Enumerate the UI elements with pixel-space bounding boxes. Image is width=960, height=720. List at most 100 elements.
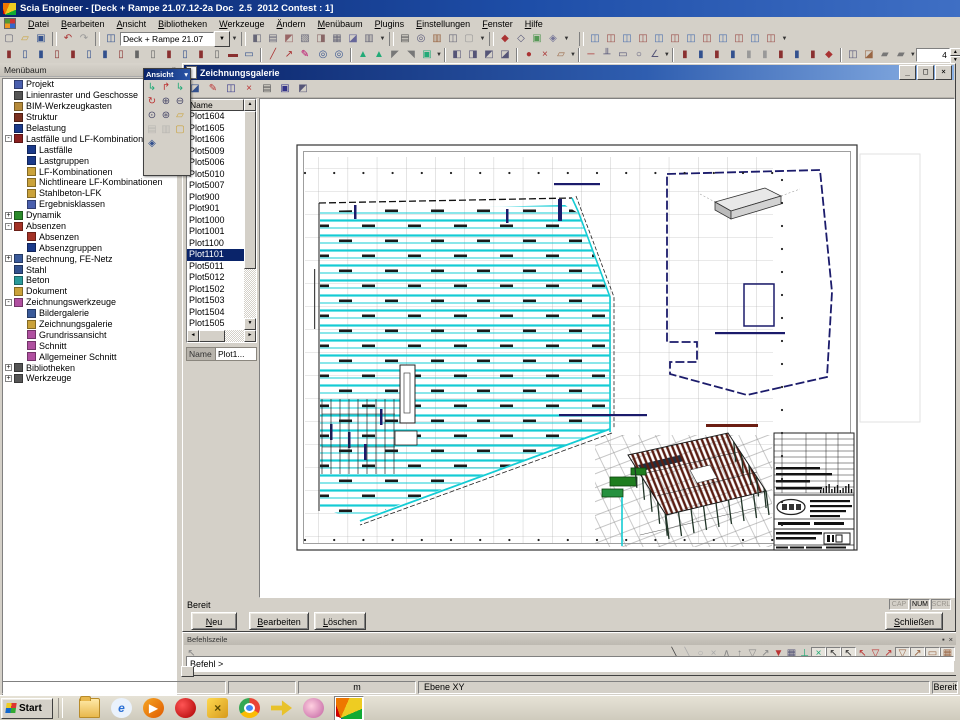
tree-item[interactable]: Dokument [3,286,176,297]
tree-expander-icon[interactable] [18,179,25,186]
tree-item[interactable]: Allgemeiner Schnitt [3,351,176,362]
toolbar-icon[interactable]: ◩ [481,48,497,62]
toolbar-icon[interactable]: ◧ [249,32,265,46]
scroll-left-icon[interactable]: ◄ [187,330,199,342]
toolbar-icon[interactable]: ▮ [709,48,725,62]
close-icon[interactable]: × [945,635,953,644]
zoom-all-icon[interactable]: ⊛ [159,109,173,123]
ie-icon[interactable]: e [110,697,133,719]
toolbar-icon[interactable]: ▮ [65,48,81,62]
toolbar-icon[interactable]: ◇ [513,32,529,46]
menu-item[interactable]: Werkzeuge [213,18,270,30]
preview-icon[interactable]: ◩ [294,82,312,96]
menu-item[interactable]: Hilfe [519,18,549,30]
redo-icon[interactable]: ↷ [76,32,92,46]
view-tool-icon[interactable]: ▢ [173,123,187,137]
tree-item[interactable]: Bildergalerie [3,308,176,319]
tree-expander-icon[interactable]: + [5,375,12,382]
toolbar-icon[interactable]: ◫ [845,48,861,62]
print-icon[interactable]: ▤ [258,82,276,96]
toolbar-overflow-icon[interactable]: ▼ [780,32,789,46]
minimize-icon[interactable]: _ [899,65,916,80]
edit-button[interactable]: Bearbeiten [249,612,309,630]
plot-row[interactable]: Plot1605 [187,123,244,135]
tree-expander-icon[interactable] [5,277,12,284]
close-icon[interactable]: × [935,65,952,80]
new-button[interactable]: Neu [191,612,237,630]
toolbar-icon[interactable]: ▮ [677,48,693,62]
toolbar-overflow-icon[interactable]: ▼ [478,32,487,46]
view-tool-icon[interactable]: ↳ [173,81,187,95]
tree-expander-icon[interactable] [18,244,25,251]
drawing-canvas[interactable] [259,98,955,598]
edit-icon[interactable]: ✎ [204,82,222,96]
toolbar-icon[interactable]: ∠ [647,48,663,62]
toolbar-icon[interactable]: ◪ [861,48,877,62]
scia-icon[interactable] [334,696,364,720]
menu-item[interactable]: Ändern [271,18,312,30]
maximize-icon[interactable]: □ [917,65,934,80]
project-combobox[interactable]: Deck + Rampe 21.07 ▼ [120,32,230,46]
tree-expander-icon[interactable]: - [5,299,12,306]
toolbar-icon[interactable]: ▯ [49,48,65,62]
menu-item[interactable]: Fenster [476,18,519,30]
load-panel-icon[interactable]: ◫ [651,32,667,46]
toolbar-icon[interactable]: ▧ [297,32,313,46]
toolbar-icon[interactable]: ▮ [1,48,17,62]
document-icon[interactable] [4,18,16,29]
toolbar-icon[interactable]: ◪ [497,48,513,62]
toolbar-icon[interactable]: ◨ [465,48,481,62]
toolbar-icon[interactable]: ▰ [877,48,893,62]
tree-item[interactable]: Zeichnungsgalerie [3,319,176,330]
scroll-right-icon[interactable]: ► [244,330,256,342]
toolbar-overflow-icon[interactable]: ▼ [436,48,442,62]
load-panel-icon[interactable]: ◫ [635,32,651,46]
toolbar-icon[interactable]: ▲ [371,48,387,62]
load-panel-icon[interactable]: ◫ [603,32,619,46]
toolbar-icon[interactable]: ◎ [315,48,331,62]
plot-row[interactable]: Plot5010 [187,169,244,181]
toolbar-icon[interactable]: ▯ [209,48,225,62]
plot-row[interactable]: Plot5012 [187,272,244,284]
toolbar-icon[interactable]: ◎ [331,48,347,62]
tree-expander-icon[interactable] [18,353,25,360]
view-tool-icon[interactable]: ▤ [145,123,159,137]
toolbar-icon[interactable]: ↗ [281,48,297,62]
print-icon[interactable]: ▤ [397,32,413,46]
explorer-icon[interactable] [78,697,101,719]
toolbar-icon[interactable]: ◆ [497,32,513,46]
toolbar-icon[interactable]: ● [521,48,537,62]
property-value[interactable]: Plot1... [216,347,257,361]
toolbar-icon[interactable]: ▮ [725,48,741,62]
plot-row[interactable]: Plot1505 [187,318,244,330]
toolbar-icon[interactable]: ▮ [161,48,177,62]
plot-row[interactable]: Plot900 [187,192,244,204]
zoom-window-icon[interactable]: ⊙ [145,109,159,123]
scroll-down-icon[interactable]: ▼ [244,318,256,330]
tree-expander-icon[interactable] [5,81,12,88]
toolbar-icon[interactable]: ▮ [741,48,757,62]
tree-item[interactable]: + Bibliotheken [3,362,176,373]
start-button[interactable]: Start [1,698,53,719]
tree-expander-icon[interactable]: - [5,135,12,142]
chevron-down-icon[interactable]: ▾ [184,70,188,79]
toolbar-icon[interactable]: ◩ [281,32,297,46]
tree-expander-icon[interactable] [18,201,25,208]
tree-item[interactable]: Stahlbeton-LFK [3,188,176,199]
save-icon[interactable]: ▣ [276,82,294,96]
plot-row[interactable]: Plot5009 [187,146,244,158]
tree-expander-icon[interactable] [5,266,12,273]
toolbar-icon[interactable]: ◈ [545,32,561,46]
toolbar-icon[interactable]: × [537,48,553,62]
toolbar-icon[interactable]: ─ [583,48,599,62]
toolbar-icon[interactable]: ▯ [145,48,161,62]
toolbar-icon[interactable]: ▲ [355,48,371,62]
toolbar-icon[interactable]: ▮ [193,48,209,62]
tree-expander-icon[interactable] [5,92,12,99]
toolbar-icon[interactable]: ▯ [113,48,129,62]
tree-item[interactable]: + Berechnung, FE-Netz [3,253,176,264]
dialog-titlebar[interactable]: Zeichnungsgalerie _ □ × [184,65,954,80]
tree-expander-icon[interactable]: + [5,255,12,262]
plot-row[interactable]: Plot1100 [187,238,244,250]
toolbar-icon[interactable]: ╱ [265,48,281,62]
